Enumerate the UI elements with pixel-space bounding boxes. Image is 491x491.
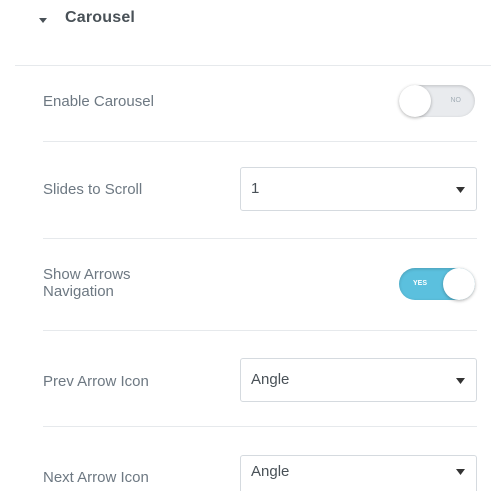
section-header-carousel[interactable]: Carousel (0, 0, 491, 66)
next-arrow-icon-select[interactable]: Angle (240, 455, 477, 491)
next-arrow-icon-label: Next Arrow Icon (43, 469, 149, 486)
select-value: 1 (251, 180, 260, 197)
slides-to-scroll-label: Slides to Scroll (43, 181, 143, 198)
divider (43, 330, 477, 331)
switch-knob (399, 85, 431, 117)
switch-knob (443, 268, 475, 300)
label-line-2: Navigation (43, 283, 114, 300)
enable-carousel-switch[interactable]: NO (399, 85, 475, 117)
section-title: Carousel (65, 9, 136, 26)
switch-state-text: NO (450, 97, 462, 104)
caret-down-icon (456, 187, 465, 193)
caret-down-icon (456, 469, 465, 475)
switch-state-text: YES (413, 280, 428, 287)
divider (43, 426, 477, 427)
caret-down-icon (456, 378, 465, 384)
divider (15, 65, 491, 66)
select-value: Angle (251, 371, 290, 388)
enable-carousel-label: Enable Carousel (43, 93, 154, 110)
divider (43, 141, 477, 142)
show-arrows-navigation-label: Show Arrows Navigation (43, 266, 131, 300)
show-arrows-switch[interactable]: YES (399, 268, 475, 300)
slides-to-scroll-select[interactable]: 1 (240, 167, 477, 211)
carousel-settings-panel: Carousel Enable Carousel NO Slides to Sc… (0, 0, 491, 491)
caret-down-icon (39, 18, 47, 23)
divider (43, 238, 477, 239)
prev-arrow-icon-select[interactable]: Angle (240, 358, 477, 402)
label-line-1: Show Arrows (43, 266, 131, 283)
select-value: Angle (251, 463, 290, 480)
prev-arrow-icon-label: Prev Arrow Icon (43, 373, 149, 390)
